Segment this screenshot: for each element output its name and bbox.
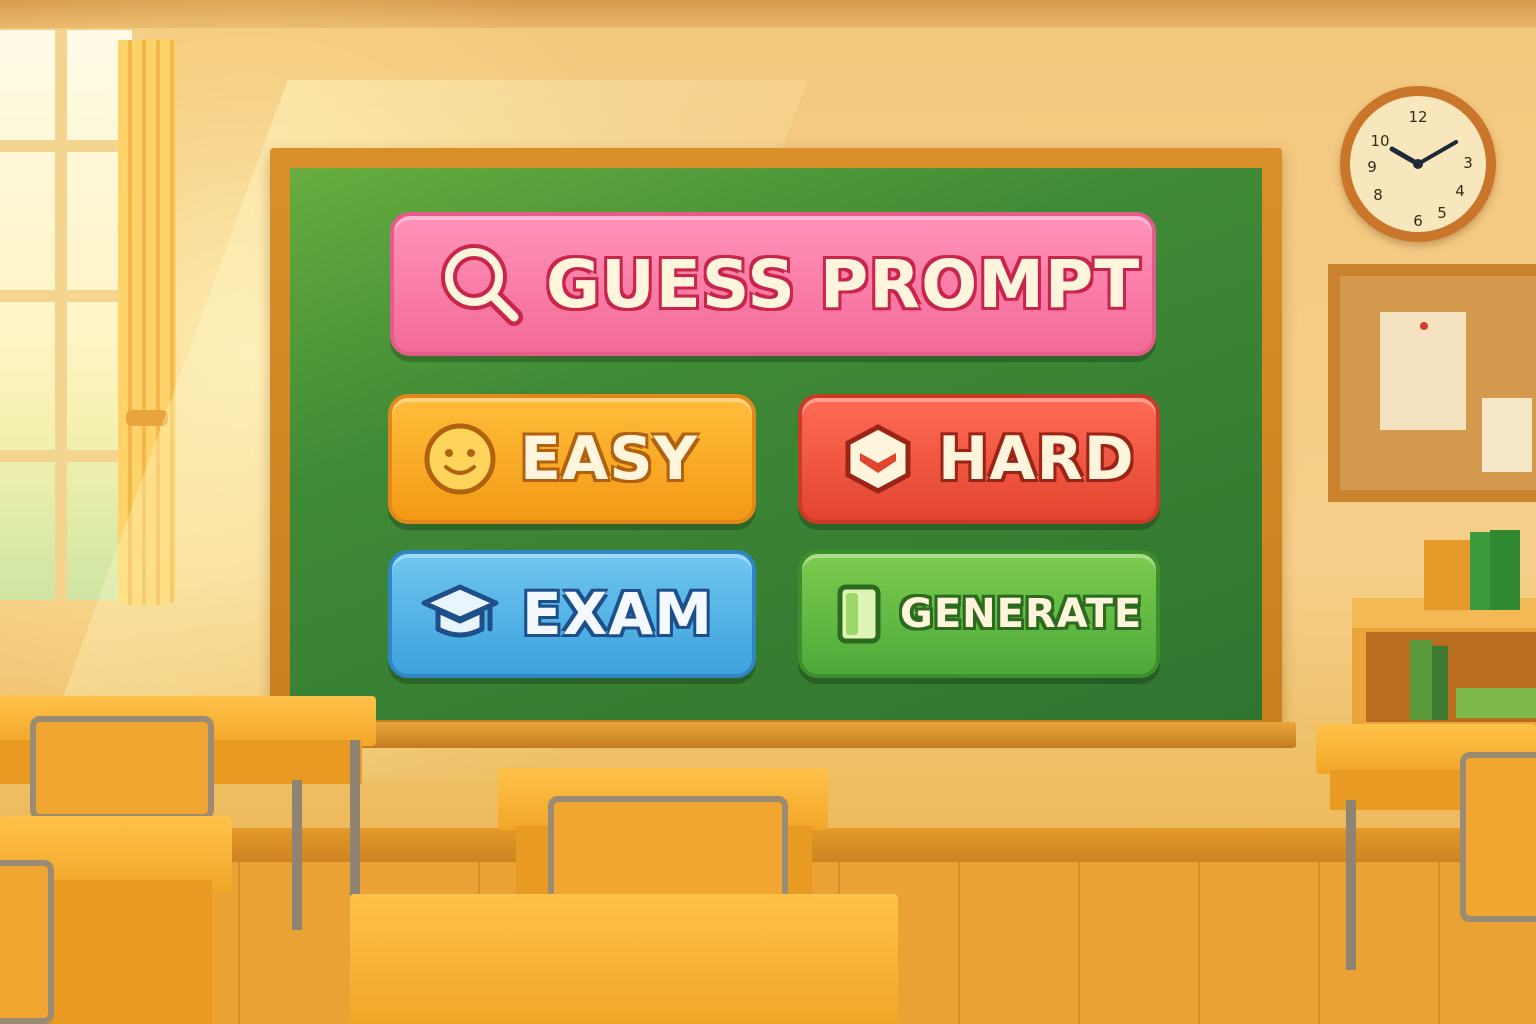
bulletin-paper: [1482, 398, 1532, 472]
guess-prompt-label: GUESS PROMPT: [544, 244, 1141, 324]
card-icon: [836, 583, 882, 645]
hard-label: HARD: [937, 423, 1136, 496]
generate-button[interactable]: GENERATE: [798, 550, 1160, 678]
exam-label: EXAM: [521, 579, 714, 650]
smiley-icon: [422, 421, 498, 497]
magnifier-icon: [438, 241, 524, 327]
clock-dial: 12 3 4 5 6 8 9 10: [1367, 108, 1473, 230]
desk: [350, 894, 898, 1024]
book: [1456, 688, 1536, 718]
chair: [30, 716, 214, 820]
easy-label: EASY: [518, 423, 699, 496]
clock-face: 12 3 4 5 6 8 9 10: [1350, 96, 1486, 232]
chair: [1460, 752, 1536, 922]
book: [1470, 532, 1490, 610]
box: [1424, 540, 1472, 610]
bulletin-board: [1328, 264, 1536, 502]
wall-clock: 12 3 4 5 6 8 9 10: [1340, 86, 1496, 242]
chair: [0, 860, 54, 1024]
hard-button[interactable]: HARD: [798, 394, 1160, 524]
clock-number: 10: [1370, 132, 1389, 150]
generate-label: GENERATE: [898, 590, 1143, 639]
exam-button[interactable]: EXAM: [388, 550, 756, 678]
clock-number: 6: [1413, 212, 1423, 230]
classroom-scene: 12 3 4 5 6 8 9 10 GUESS PROMPT EASY HARD…: [0, 0, 1536, 1024]
clock-number: 9: [1367, 158, 1377, 176]
clock-number: 8: [1373, 186, 1383, 204]
graduation-cap-icon: [420, 579, 500, 649]
book: [1490, 530, 1520, 610]
clock-minute-hand: [1416, 140, 1459, 166]
clock-number: 5: [1437, 204, 1447, 222]
chalk-ledge: [258, 722, 1296, 748]
push-pin: [1420, 322, 1428, 330]
cube-icon: [840, 421, 916, 497]
main-menu: GUESS PROMPT EASY HARD EXAM GENERATE: [290, 168, 1262, 720]
book: [1432, 646, 1448, 720]
easy-button[interactable]: EASY: [388, 394, 756, 524]
book: [1410, 640, 1432, 720]
guess-prompt-button[interactable]: GUESS PROMPT: [390, 212, 1156, 356]
chair: [548, 796, 788, 906]
clock-number: 4: [1455, 182, 1465, 200]
clock-number: 12: [1408, 108, 1427, 126]
clock-number: 3: [1463, 154, 1473, 172]
